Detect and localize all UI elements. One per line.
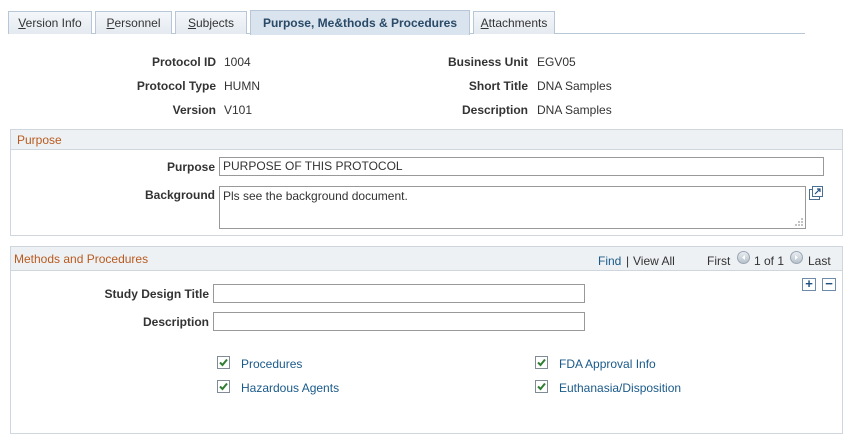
procedures-link[interactable]: Procedures (241, 357, 302, 371)
next-row-icon[interactable] (790, 251, 803, 264)
tab-purpose-methods-procedures[interactable]: Purpose, Me&thods & Procedures (250, 10, 470, 35)
study-design-title-label: Study Design Title (104, 287, 209, 301)
add-row-button[interactable]: + (802, 277, 816, 291)
short-title-label: Short Title (468, 79, 528, 93)
fda-approval-info-checkbox[interactable] (535, 356, 548, 369)
purpose-section-header: Purpose (11, 130, 842, 150)
euthanasia-disposition-link[interactable]: Euthanasia/Disposition (559, 381, 681, 395)
nav-separator: | (626, 254, 630, 268)
methods-section-header: Methods and Procedures Find | View All F… (11, 247, 842, 271)
tab-label-mnemonic: A (480, 16, 489, 30)
tab-bar: Version Info Personnel Subjects Purpose,… (8, 10, 805, 35)
resize-grip-icon[interactable] (794, 217, 804, 227)
study-design-title-field[interactable] (213, 284, 585, 303)
expand-textarea-icon[interactable] (809, 186, 823, 200)
tab-label-mnemonic: V (18, 16, 26, 30)
tab-version-info[interactable]: Version Info (8, 11, 92, 34)
purpose-field[interactable]: PURPOSE OF THIS PROTOCOL (219, 157, 824, 176)
fda-approval-info-link[interactable]: FDA Approval Info (559, 357, 656, 371)
tab-label: ersion Info (25, 16, 82, 30)
find-link[interactable]: Find (598, 254, 621, 268)
business-unit-value: EGV05 (537, 55, 576, 69)
version-value: V101 (224, 103, 253, 117)
short-title-value: DNA Samples (537, 79, 612, 93)
previous-row-icon[interactable] (737, 251, 750, 264)
tab-label: ubjects (195, 16, 235, 30)
background-label: Background (144, 188, 215, 202)
procedures-checkbox[interactable] (217, 356, 230, 369)
protocol-type-label: Protocol Type (136, 79, 216, 93)
tab-label: ersonnel (114, 16, 161, 30)
checkmark-icon (537, 382, 546, 391)
hazardous-agents-checkbox[interactable] (217, 380, 230, 393)
protocol-id-value: 1004 (224, 55, 251, 69)
row-range: 1 of 1 (754, 254, 785, 268)
background-text: Pls see the background document. (223, 189, 408, 203)
delete-row-button[interactable]: − (822, 277, 836, 291)
checkmark-icon (219, 358, 228, 367)
method-description-label: Description (142, 315, 209, 329)
tab-subjects[interactable]: Subjects (175, 11, 247, 34)
tab-personnel[interactable]: Personnel (95, 11, 172, 34)
version-label: Version (172, 103, 216, 117)
purpose-section-title: Purpose (17, 133, 62, 147)
tab-attachments[interactable]: Attachments (473, 11, 555, 34)
first-label: First (707, 254, 731, 268)
method-description-field[interactable] (213, 312, 585, 331)
purpose-section: Purpose Purpose PURPOSE OF THIS PROTOCOL… (10, 129, 843, 236)
tab-label: Purpose, Me&thods & Procedures (262, 16, 458, 30)
checkmark-icon (537, 358, 546, 367)
tab-label: ttachments (488, 16, 548, 30)
hazardous-agents-link[interactable]: Hazardous Agents (241, 381, 339, 395)
methods-section-title: Methods and Procedures (14, 252, 149, 266)
checkmark-icon (219, 382, 228, 391)
business-unit-label: Business Unit (447, 55, 528, 69)
purpose-label: Purpose (166, 160, 215, 174)
background-textarea[interactable]: Pls see the background document. (219, 186, 806, 229)
protocol-type-value: HUMN (224, 79, 260, 93)
last-label: Last (808, 254, 831, 268)
description-value: DNA Samples (537, 103, 612, 117)
protocol-id-label: Protocol ID (151, 55, 216, 69)
view-all-link[interactable]: View All (633, 254, 675, 268)
description-label: Description (461, 103, 528, 117)
euthanasia-disposition-checkbox[interactable] (535, 380, 548, 393)
methods-section: Methods and Procedures Find | View All F… (10, 246, 843, 434)
tab-label-mnemonic: S (187, 16, 196, 30)
